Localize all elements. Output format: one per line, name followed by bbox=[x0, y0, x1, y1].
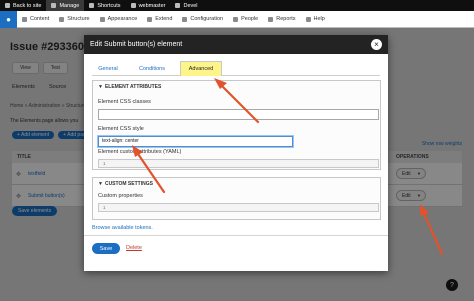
custom-attributes-label: Element custom attributes (YAML) bbox=[98, 149, 182, 155]
triangle-down-icon: ▼ bbox=[98, 84, 103, 90]
menu-icon bbox=[51, 3, 57, 8]
devel-tab[interactable]: Devel bbox=[170, 0, 202, 11]
custom-settings-legend[interactable]: ▼ CUSTOM SETTINGS bbox=[98, 181, 153, 187]
star-icon bbox=[89, 3, 95, 8]
manage-tab[interactable]: Manage bbox=[46, 0, 85, 11]
css-style-input[interactable]: text-align: center bbox=[98, 136, 293, 147]
gear-icon bbox=[175, 3, 181, 8]
menu-extend[interactable]: Extend bbox=[142, 16, 177, 22]
custom-settings-fieldset: ▼ CUSTOM SETTINGS Custom properties 1 bbox=[92, 177, 381, 220]
wrench-icon bbox=[182, 16, 188, 22]
drupal-drop-icon[interactable]: ● bbox=[0, 10, 17, 28]
menu-content[interactable]: Content bbox=[17, 16, 54, 22]
dialog-tabs: General Conditions Advanced bbox=[92, 61, 380, 76]
puzzle-icon bbox=[147, 16, 153, 22]
close-icon[interactable]: × bbox=[371, 39, 382, 50]
tab-advanced[interactable]: Advanced bbox=[180, 61, 222, 76]
shortcuts-tab[interactable]: Shortcuts bbox=[84, 0, 125, 11]
menu-configuration[interactable]: Configuration bbox=[177, 16, 228, 22]
menu-people[interactable]: People bbox=[228, 16, 263, 22]
css-style-label: Element CSS style bbox=[98, 126, 144, 132]
back-to-site-link[interactable]: Back to site bbox=[0, 0, 46, 11]
edit-element-dialog: Edit Submit button(s) element × General … bbox=[84, 35, 388, 271]
file-icon bbox=[22, 16, 27, 22]
dialog-titlebar: Edit Submit button(s) element × bbox=[84, 35, 388, 54]
tab-general[interactable]: General bbox=[92, 61, 124, 76]
top-toolbar: Back to site Manage Shortcuts webmaster … bbox=[0, 0, 474, 11]
custom-attributes-editor[interactable]: 1 bbox=[98, 159, 379, 168]
custom-properties-editor[interactable]: 1 bbox=[98, 203, 379, 212]
custom-properties-label: Custom properties bbox=[98, 193, 143, 199]
people-icon bbox=[233, 16, 239, 22]
user-icon bbox=[130, 3, 136, 8]
element-attributes-fieldset: ▼ ELEMENT ATTRIBUTES Element CSS classes… bbox=[92, 80, 381, 170]
menu-appearance[interactable]: Appearance bbox=[95, 16, 143, 22]
brush-icon bbox=[99, 16, 105, 22]
css-classes-input[interactable] bbox=[98, 109, 379, 120]
element-attributes-legend[interactable]: ▼ ELEMENT ATTRIBUTES bbox=[98, 84, 161, 90]
menu-structure[interactable]: Structure bbox=[54, 16, 94, 22]
tab-conditions[interactable]: Conditions bbox=[132, 61, 172, 76]
save-button[interactable]: Save bbox=[92, 243, 120, 254]
menu-help[interactable]: Help bbox=[301, 16, 330, 22]
arrow-left-icon bbox=[5, 3, 10, 8]
css-classes-label: Element CSS classes bbox=[98, 99, 151, 105]
admin-toolbar: ● Content Structure Appearance Extend Co… bbox=[0, 10, 474, 28]
dialog-footer: Save Delete bbox=[84, 235, 388, 271]
delete-link[interactable]: Delete bbox=[126, 245, 142, 251]
dialog-scroll-area[interactable]: ▼ ELEMENT ATTRIBUTES Element CSS classes… bbox=[92, 80, 381, 232]
user-tab[interactable]: webmaster bbox=[126, 0, 171, 11]
dialog-title: Edit Submit button(s) element bbox=[90, 41, 183, 48]
menu-reports[interactable]: Reports bbox=[263, 16, 300, 22]
chart-icon bbox=[268, 16, 274, 22]
help-icon bbox=[305, 16, 311, 22]
triangle-down-icon: ▼ bbox=[98, 181, 103, 187]
browse-tokens-link[interactable]: Browse available tokens. bbox=[92, 225, 153, 231]
structure-icon bbox=[59, 16, 65, 22]
